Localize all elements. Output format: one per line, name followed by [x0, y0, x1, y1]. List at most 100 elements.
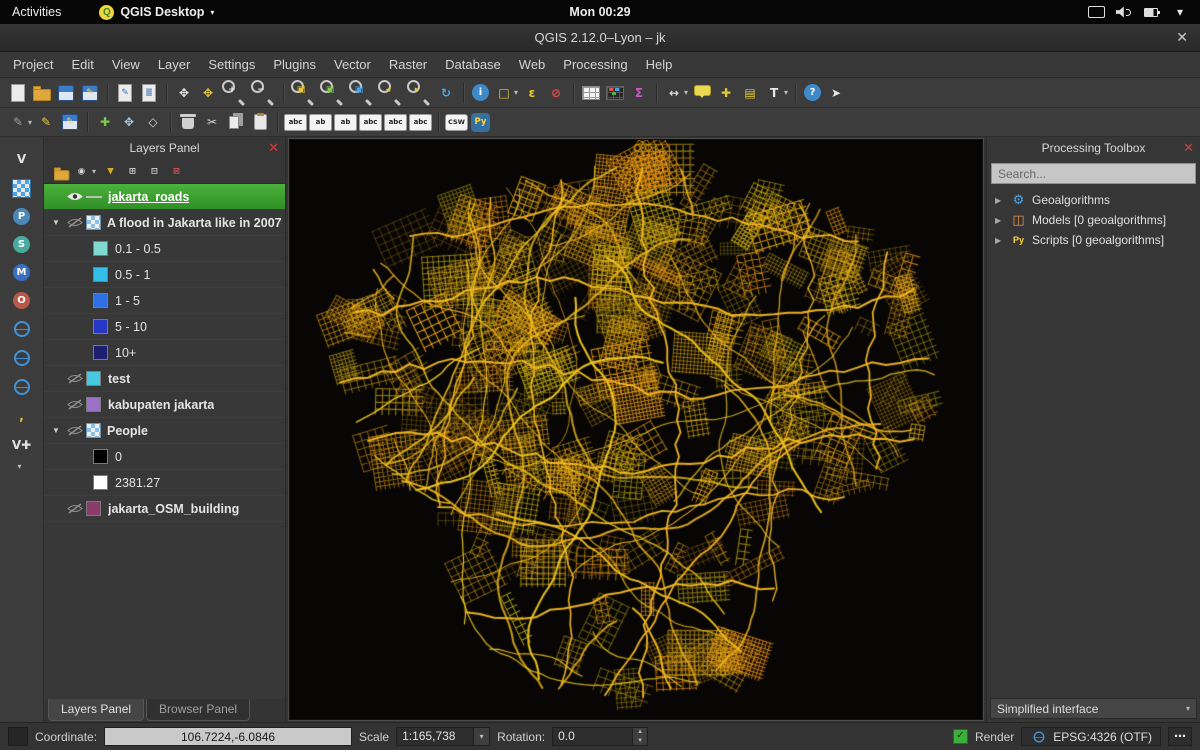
filter-legend-icon[interactable]: ▼ — [102, 163, 118, 179]
expand-arrow-icon[interactable]: ▶ — [995, 236, 1005, 245]
menu-item-help[interactable]: Help — [637, 52, 682, 77]
app-menu-button[interactable]: Q QGIS Desktop ▾ — [99, 5, 214, 20]
new-shapefile-layer-dropdown-arrow-icon[interactable]: ▾ — [17, 462, 21, 471]
refresh-map-icon[interactable]: ↻ — [434, 81, 458, 105]
add-wfs-layer-icon[interactable] — [10, 375, 34, 399]
move-feature-icon[interactable]: ✥ — [117, 110, 141, 134]
layer-row-jakarta-roads[interactable]: jakarta_roads — [44, 184, 285, 210]
add-postgis-layer-icon[interactable]: P — [13, 208, 30, 225]
rotate-label-icon[interactable]: abc — [384, 114, 407, 131]
menu-item-project[interactable]: Project — [4, 52, 62, 77]
remove-layer-icon[interactable]: ⊠ — [168, 163, 184, 179]
cut-features-icon[interactable]: ✂ — [200, 110, 224, 134]
paste-features-icon[interactable] — [248, 110, 272, 134]
manage-layer-visibility-icon[interactable]: ◉ — [73, 163, 89, 179]
raster-calculator-icon[interactable] — [603, 81, 627, 105]
layer-row-kabupaten-jakarta[interactable]: kabupaten jakarta — [44, 392, 285, 418]
whats-this-icon[interactable]: ➤ — [824, 81, 848, 105]
menu-item-web[interactable]: Web — [510, 52, 555, 77]
measure-icon[interactable]: ↔ — [662, 81, 686, 105]
expand-arrow-icon[interactable]: ▶ — [995, 196, 1005, 205]
expand-arrow-icon[interactable]: ▶ — [995, 216, 1005, 225]
interface-selector[interactable]: Simplified interface ▾ — [990, 698, 1197, 719]
map-canvas[interactable] — [290, 140, 982, 719]
toolbox-item-scripts-0-geoalgorithms[interactable]: ▶PyScripts [0 geoalgorithms] — [987, 230, 1200, 250]
menu-item-processing[interactable]: Processing — [554, 52, 636, 77]
pan-to-selection-icon[interactable]: ✥ — [196, 81, 220, 105]
layers-panel-close-icon[interactable]: ✕ — [268, 140, 279, 156]
tab-layers-panel[interactable]: Layers Panel — [48, 699, 144, 721]
zoom-to-layer-icon[interactable]: ▣ — [347, 78, 376, 107]
field-calculator-icon[interactable]: Σ — [627, 81, 651, 105]
volume-icon[interactable] — [1112, 0, 1136, 24]
layer-row-jakarta-osm-building[interactable]: jakarta_OSM_building — [44, 496, 285, 522]
zoom-next-icon[interactable]: ▸ — [405, 78, 434, 107]
map-tips-icon[interactable] — [690, 81, 714, 105]
pin-labels-icon[interactable]: ab — [309, 114, 332, 131]
zoom-full-icon[interactable]: ▣ — [289, 78, 318, 107]
toolbox-search-input[interactable] — [991, 163, 1196, 184]
window-close-button[interactable]: ✕ — [1176, 29, 1188, 46]
chevron-down-icon[interactable]: ▾ — [1168, 0, 1192, 24]
visibility-off-icon[interactable] — [67, 373, 86, 384]
zoom-to-selection-icon[interactable]: ▣ — [318, 78, 347, 107]
current-edits-icon[interactable]: ✎ — [6, 110, 30, 134]
layer-row-5-10[interactable]: 5 - 10 — [44, 314, 285, 340]
menu-item-plugins[interactable]: Plugins — [264, 52, 325, 77]
add-wms-layer-icon[interactable] — [10, 317, 34, 341]
menu-item-vector[interactable]: Vector — [325, 52, 380, 77]
crs-status-button[interactable]: EPSG:4326 (OTF) — [1021, 727, 1161, 746]
scale-dropdown-arrow-icon[interactable]: ▾ — [473, 728, 489, 745]
rotation-up-button[interactable]: ▲ — [633, 728, 647, 737]
status-extents-toggle-icon[interactable] — [8, 727, 28, 746]
new-bookmark-icon[interactable]: ✚ — [714, 81, 738, 105]
menu-item-settings[interactable]: Settings — [199, 52, 264, 77]
zoom-out-icon[interactable]: − — [249, 78, 278, 107]
help-contents-icon[interactable]: ? — [804, 84, 821, 101]
menu-item-layer[interactable]: Layer — [149, 52, 200, 77]
menu-item-database[interactable]: Database — [436, 52, 510, 77]
menu-item-raster[interactable]: Raster — [380, 52, 436, 77]
deselect-features-icon[interactable]: ⊘ — [544, 81, 568, 105]
pan-map-icon[interactable]: ✥ — [172, 81, 196, 105]
layer-row-0-1-0-5[interactable]: 0.1 - 0.5 — [44, 236, 285, 262]
add-wcs-layer-icon[interactable] — [10, 346, 34, 370]
text-annotation-icon[interactable]: T — [762, 81, 786, 105]
move-label-icon[interactable]: abc — [359, 114, 382, 131]
scale-combobox[interactable]: 1:165,738 ▾ — [396, 727, 490, 746]
attribute-table-icon[interactable] — [579, 81, 603, 105]
add-vector-layer-icon[interactable]: V — [10, 147, 34, 171]
toggle-editing-icon[interactable]: ✎ — [34, 110, 58, 134]
select-features-icon[interactable]: □ — [492, 81, 516, 105]
new-composer-icon[interactable]: ✎ — [113, 81, 137, 105]
add-raster-layer-icon[interactable] — [10, 176, 34, 200]
zoom-in-icon[interactable]: + — [220, 78, 249, 107]
visibility-off-icon[interactable] — [67, 425, 86, 436]
display-icon[interactable] — [1084, 0, 1108, 24]
visibility-off-icon[interactable] — [67, 503, 86, 514]
identify-features-icon[interactable]: i — [472, 84, 489, 101]
new-project-icon[interactable] — [6, 81, 30, 105]
save-project-icon[interactable] — [54, 81, 78, 105]
add-group-icon[interactable] — [51, 163, 67, 179]
menu-item-edit[interactable]: Edit — [62, 52, 102, 77]
visibility-on-icon[interactable] — [67, 191, 86, 202]
change-label-icon[interactable]: abc — [409, 114, 432, 131]
open-project-icon[interactable] — [30, 81, 54, 105]
select-by-expression-icon[interactable]: ε — [520, 81, 544, 105]
delete-selected-icon[interactable] — [176, 110, 200, 134]
add-oracle-layer-icon[interactable]: O — [13, 292, 30, 309]
layer-row-2381-27[interactable]: 2381.27 — [44, 470, 285, 496]
battery-icon[interactable] — [1140, 0, 1164, 24]
show-bookmarks-icon[interactable]: ▤ — [738, 81, 762, 105]
render-checkbox[interactable] — [953, 729, 968, 744]
activities-button[interactable]: Activities — [0, 0, 73, 24]
rotation-spinbox[interactable]: 0.0 ▲ ▼ — [552, 727, 648, 746]
add-delimited-text-layer-icon[interactable]: , — [10, 404, 34, 428]
add-mssql-layer-icon[interactable]: M — [13, 264, 30, 281]
layer-row-10[interactable]: 10+ — [44, 340, 285, 366]
layer-row-people[interactable]: ▼People — [44, 418, 285, 444]
processing-panel-close-icon[interactable]: ✕ — [1183, 140, 1194, 156]
copy-features-icon[interactable] — [224, 110, 248, 134]
csw-metasearch-icon[interactable]: CSW — [445, 114, 468, 131]
